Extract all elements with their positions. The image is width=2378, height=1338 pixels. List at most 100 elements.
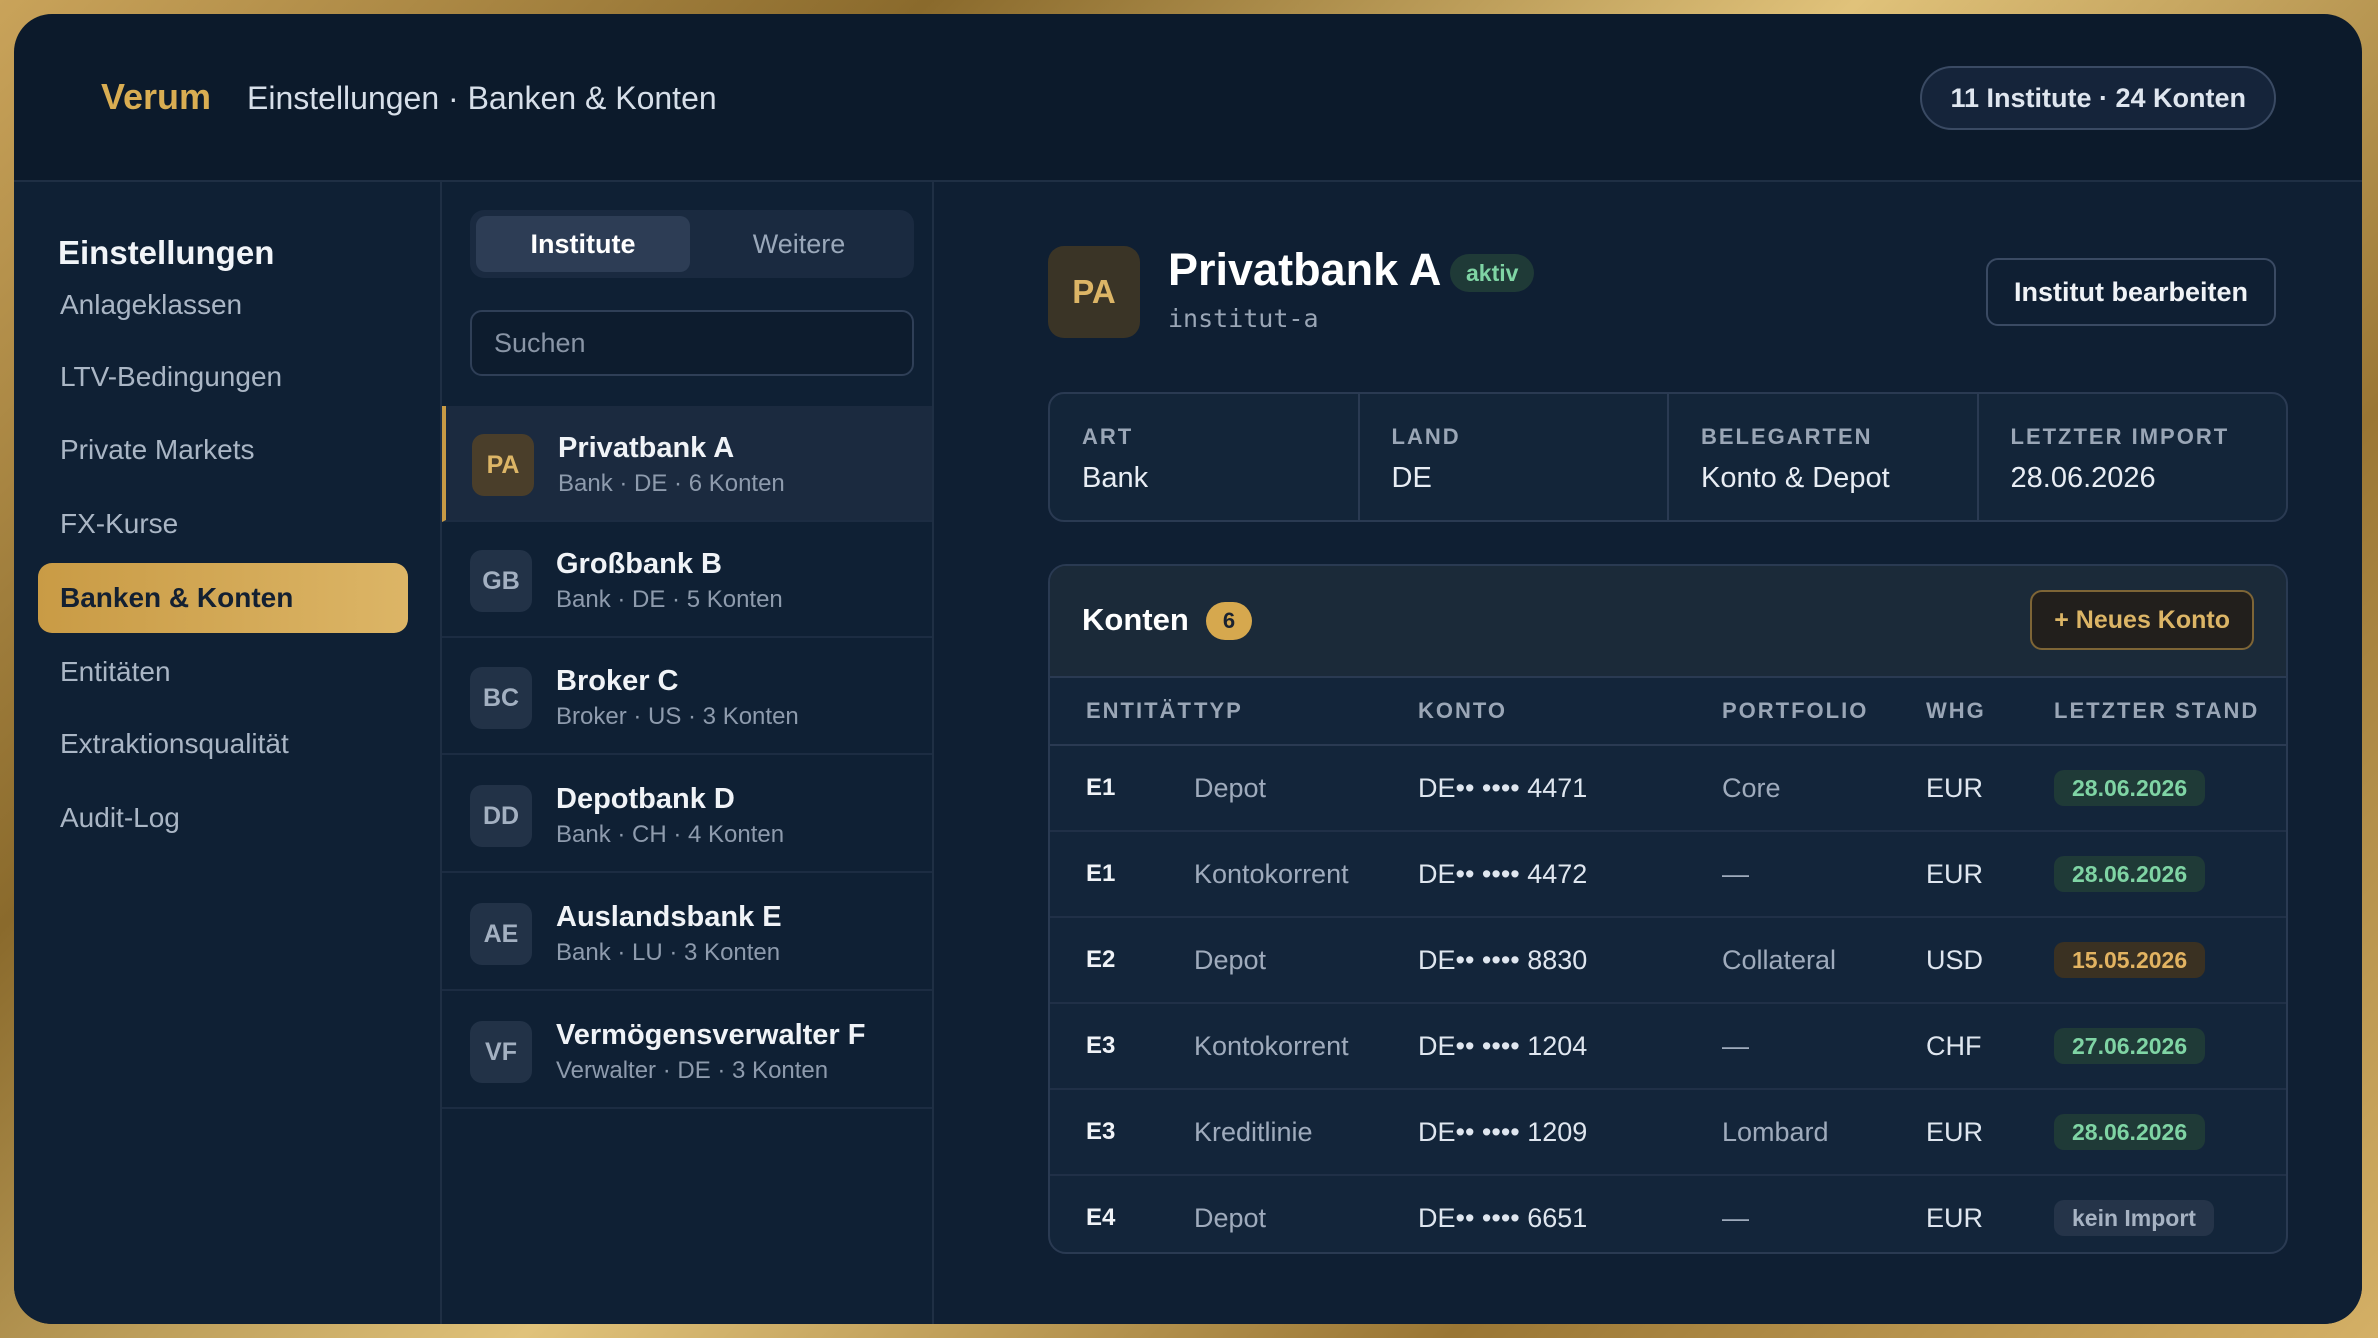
cell-account: DE•• •••• 8830	[1418, 917, 1722, 1004]
last-state-badge: 15.05.2026	[2054, 942, 2206, 978]
edit-institute-button[interactable]: Institut bearbeiten	[1985, 258, 2276, 326]
table-row[interactable]: E4 Depot DE•• •••• 6651 — EUR kein Impor…	[1050, 1175, 2286, 1252]
cell-last-state: 28.06.2026	[2054, 745, 2286, 832]
cell-type: Kreditlinie	[1194, 1089, 1418, 1176]
cell-currency: EUR	[1926, 1202, 1984, 1233]
info-label: BELEGARTEN	[1701, 424, 1873, 449]
sidebar-item-entitaeten[interactable]: Entitäten	[38, 637, 408, 707]
institute-meta: Verwalter · DE · 3 Konten	[556, 1057, 829, 1084]
window-frame: Verum Einstellungen · Banken & Konten 11…	[0, 0, 2378, 1338]
sidebar-item-ltv-bedingungen[interactable]: LTV-Bedingungen	[38, 342, 408, 412]
top-header: Verum Einstellungen · Banken & Konten 11…	[14, 14, 2362, 182]
summary-badge: 11 Institute · 24 Konten	[1920, 66, 2276, 130]
cell-currency: USD	[1926, 917, 2054, 1004]
cell-portfolio: Lombard	[1722, 1089, 1926, 1176]
last-state-badge: 28.06.2026	[2054, 770, 2206, 806]
institute-avatar: VF	[470, 1021, 532, 1083]
sidebar-item-label: Anlageklassen	[60, 289, 243, 320]
institute-item[interactable]: BC Broker C Broker · US · 3 Konten	[442, 639, 932, 755]
cell-entity: E3	[1050, 1089, 1194, 1176]
institute-slug: institut-a	[1168, 304, 1319, 333]
new-account-button[interactable]: + Neues Konto	[2030, 590, 2254, 650]
accounts-table: ENTITÄT TYP KONTO PORTFOLIO WHG LETZTER …	[1050, 678, 2286, 1252]
column-header[interactable]: ENTITÄT	[1050, 678, 1194, 746]
breadcrumb: Einstellungen · Banken & Konten	[247, 80, 717, 116]
cell-type: Depot	[1194, 1202, 1267, 1233]
cell-portfolio: Core	[1722, 745, 1926, 832]
institute-item[interactable]: AE Auslandsbank E Bank · LU · 3 Konten	[442, 875, 932, 991]
institute-item[interactable]: DD Depotbank D Bank · CH · 4 Konten	[442, 757, 932, 873]
sidebar-item-extraktionsqualitaet[interactable]: Extraktionsqualität	[38, 709, 408, 779]
settings-sidebar: Einstellungen Anlageklassen LTV-Bedingun…	[14, 182, 442, 1324]
sidebar-item-label: LTV-Bedingungen	[60, 361, 283, 392]
cell-last-state: kein Import	[2054, 1175, 2286, 1252]
info-value: DE	[1391, 462, 1432, 494]
info-value: Bank	[1082, 462, 1149, 494]
cell-account: DE•• •••• 4472	[1418, 831, 1722, 918]
list-tab-switcher: Institute Weitere	[470, 210, 914, 278]
cell-account: DE•• •••• 4471	[1418, 745, 1722, 832]
cell-type: Depot	[1194, 917, 1418, 1004]
column-header[interactable]: TYP	[1194, 678, 1418, 746]
sidebar-item-banken-konten[interactable]: Banken & Konten	[38, 563, 408, 633]
table-row[interactable]: E3 Kreditlinie DE•• •••• 1209 Lombard EU…	[1050, 1089, 2286, 1176]
column-header[interactable]: LETZTER STAND	[2054, 678, 2286, 746]
table-row[interactable]: E1 Kontokorrent DE•• •••• 4472 — EUR 28.…	[1050, 831, 2286, 918]
info-label: LAND	[1391, 424, 1461, 449]
cell-currency: EUR	[1926, 745, 2054, 832]
cell-entity: E4	[1086, 1204, 1116, 1231]
cell-portfolio: —	[1722, 1202, 1749, 1233]
table-row[interactable]: E3 Kontokorrent DE•• •••• 1204 — CHF 27.…	[1050, 1003, 2286, 1090]
column-header[interactable]: KONTO	[1418, 678, 1722, 746]
info-value: 28.06.2026	[2010, 462, 2156, 494]
info-label: ART	[1082, 424, 1134, 449]
sidebar-item-label: Extraktionsqualität	[60, 728, 289, 759]
cell-type: Kontokorrent	[1194, 831, 1418, 918]
table-row[interactable]: E1 Depot DE•• •••• 4471 Core EUR 28.06.2…	[1050, 745, 2286, 832]
brand-logo[interactable]: Verum	[101, 76, 211, 118]
institute-item[interactable]: VF Vermögensverwalter F Verwalter · DE ·…	[442, 993, 932, 1109]
accounts-title: Konten	[1082, 602, 1189, 637]
tab-weitere[interactable]: Weitere	[692, 216, 906, 272]
institute-name: Auslandsbank E	[556, 901, 782, 933]
institute-name: Großbank B	[556, 548, 722, 580]
column-header[interactable]: WHG	[1926, 678, 2054, 746]
accounts-card: Konten 6 + Neues Konto ENTITÄT TYP KONTO…	[1048, 564, 2288, 1254]
table-row[interactable]: E2 Depot DE•• •••• 8830 Collateral USD 1…	[1050, 917, 2286, 1004]
cell-entity: E1	[1050, 745, 1194, 832]
sidebar-title: Einstellungen	[58, 234, 275, 271]
institute-list-pane: Institute Weitere PA Privatbank A Bank ·…	[442, 182, 934, 1324]
sidebar-item-fx-kurse[interactable]: FX-Kurse	[38, 489, 408, 559]
sidebar-item-private-markets[interactable]: Private Markets	[38, 415, 408, 485]
cell-portfolio: —	[1722, 1003, 1926, 1090]
search-input[interactable]	[470, 310, 914, 376]
column-header[interactable]: PORTFOLIO	[1722, 678, 1926, 746]
cell-last-state: 15.05.2026	[2054, 917, 2286, 1004]
accounts-count-badge: 6	[1206, 602, 1252, 640]
sidebar-item-label: Audit-Log	[60, 802, 180, 833]
institute-avatar-large: PA	[1048, 246, 1140, 338]
sidebar-item-label: FX-Kurse	[60, 508, 179, 539]
institute-item[interactable]: PA Privatbank A Bank · DE · 6 Konten	[442, 406, 932, 522]
info-label: LETZTER IMPORT	[2010, 424, 2230, 449]
cell-entity: E1	[1050, 831, 1194, 918]
cell-currency: CHF	[1926, 1003, 2054, 1090]
info-value: Konto & Depot	[1701, 462, 1890, 494]
cell-currency: EUR	[1926, 1089, 2054, 1176]
institute-meta: Bank · DE · 5 Konten	[556, 586, 783, 613]
cell-currency: EUR	[1926, 831, 2054, 918]
cell-last-state: 28.06.2026	[2054, 1089, 2286, 1176]
sidebar-item-label: Entitäten	[60, 656, 171, 687]
info-land: LAND DE	[1360, 394, 1669, 520]
institute-info-card: ART Bank LAND DE BELEGARTEN Konto & Depo…	[1048, 392, 2288, 522]
tab-institute[interactable]: Institute	[476, 216, 690, 272]
info-art: ART Bank	[1050, 394, 1360, 520]
last-state-badge: 27.06.2026	[2054, 1028, 2206, 1064]
institute-item[interactable]: GB Großbank B Bank · DE · 5 Konten	[442, 522, 932, 638]
last-state-badge: 28.06.2026	[2054, 856, 2206, 892]
status-badge: aktiv	[1450, 254, 1535, 292]
institute-meta: Broker · US · 3 Konten	[556, 703, 799, 730]
info-belegarten: BELEGARTEN Konto & Depot	[1669, 394, 1979, 520]
sidebar-item-audit-log[interactable]: Audit-Log	[38, 783, 408, 853]
sidebar-item-anlageklassen[interactable]: Anlageklassen	[38, 270, 408, 340]
